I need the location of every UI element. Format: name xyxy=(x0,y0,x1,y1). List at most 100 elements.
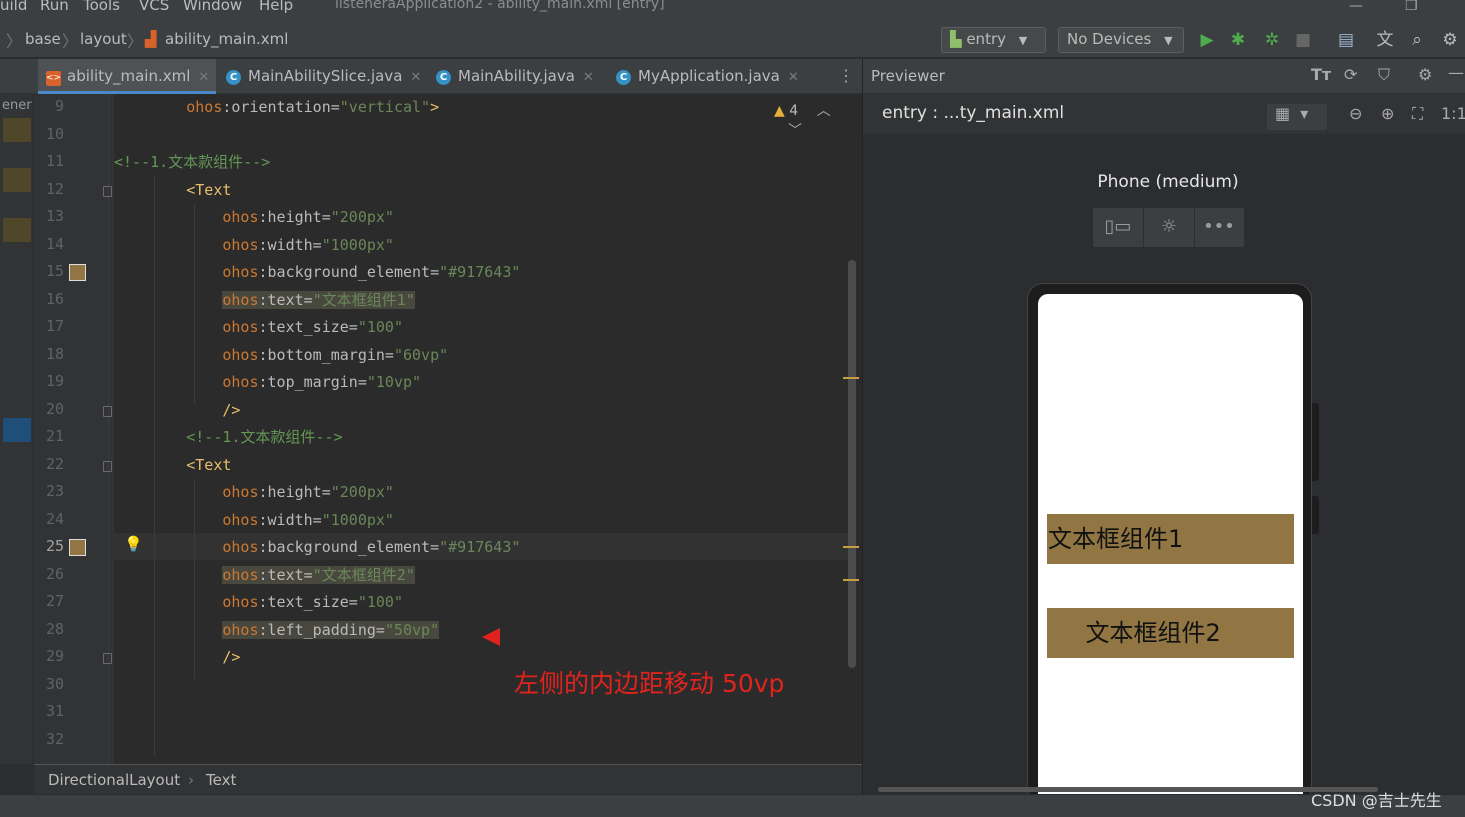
minimize-icon[interactable]: — xyxy=(1349,0,1363,14)
code-line[interactable]: /> xyxy=(114,397,240,424)
run-config-select[interactable]: ▙ entry ▼ xyxy=(941,27,1046,53)
more-vertical-icon[interactable]: ⋮ xyxy=(838,66,854,85)
code-line[interactable]: <Text xyxy=(114,452,231,479)
brightness-icon[interactable]: ☼ xyxy=(1144,216,1194,237)
previewer-entry: entry : ...ty_main.xml xyxy=(882,103,1065,123)
warning-marker[interactable] xyxy=(843,377,859,379)
code-line[interactable]: ohos:top_margin="10vp" xyxy=(114,369,421,396)
more-horizontal-icon[interactable]: ••• xyxy=(1194,216,1244,237)
code-line[interactable]: ohos:text="文本框组件2" xyxy=(114,562,415,589)
code-attribute: :background_element= xyxy=(258,263,440,281)
editor-tab-bar: <> ability_main.xml ✕ C MainAbilitySlice.ja… xyxy=(0,59,862,94)
code-line[interactable]: ohos:text_size="100" xyxy=(114,589,403,616)
gear-icon[interactable]: ⚙ xyxy=(1440,30,1460,50)
code-line[interactable]: <!--1.文本款组件--> xyxy=(114,424,342,451)
warning-marker[interactable] xyxy=(843,546,859,548)
stop-icon[interactable]: ■ xyxy=(1293,30,1313,50)
zoom-out-icon[interactable]: ⊖ xyxy=(1349,104,1362,123)
inspection-widget[interactable]: ▲ 4 ︿ ﹀ xyxy=(774,100,862,140)
code-attribute: :width= xyxy=(258,235,322,254)
code-tag: <Text xyxy=(186,180,232,199)
color-swatch-icon[interactable] xyxy=(69,264,86,281)
bug-filter-icon[interactable]: ⛉ xyxy=(1378,65,1390,85)
tab-myapplication-java[interactable]: C MyApplication.java ✕ xyxy=(608,59,808,94)
code-tag-end: > xyxy=(430,98,440,116)
fold-icon[interactable] xyxy=(103,185,112,197)
project-structure-icon[interactable]: ▤ xyxy=(1336,30,1356,50)
fold-icon[interactable] xyxy=(103,653,112,664)
tab-ability-main-xml[interactable]: <> ability_main.xml ✕ xyxy=(38,59,216,94)
code-line[interactable]: ohos:background_element="#917643" xyxy=(114,534,520,561)
close-icon[interactable]: ✕ xyxy=(583,70,594,85)
code-line[interactable]: ohos:background_element="#917643" xyxy=(114,259,520,286)
previewer-scrollbar[interactable] xyxy=(878,787,1378,792)
chevron-down-icon[interactable]: ﹀ xyxy=(788,123,802,139)
line-number: 21 xyxy=(45,427,64,445)
code-attribute: :bottom_margin= xyxy=(258,345,394,364)
font-size-icon[interactable]: Tт xyxy=(1311,65,1331,84)
tab-mainabilityslice-java[interactable]: C MainAbilitySlice.java ✕ xyxy=(218,59,423,94)
tab-mainability-java[interactable]: C MainAbility.java ✕ xyxy=(428,59,606,94)
zoom-in-icon[interactable]: ⊕ xyxy=(1381,104,1394,123)
project-panel-label[interactable]: ener xyxy=(2,98,32,113)
code-line[interactable]: <!--1.文本款组件--> xyxy=(114,149,270,176)
code-line[interactable]: ohos:width="1000px" xyxy=(114,507,394,534)
run-icon[interactable]: ▶ xyxy=(1197,30,1217,50)
close-icon[interactable]: ✕ xyxy=(788,70,799,85)
warning-marker[interactable] xyxy=(843,579,859,581)
chevron-right-icon: 〉 xyxy=(6,32,23,51)
actual-size-icon[interactable]: 1:1 xyxy=(1441,104,1465,123)
fold-icon[interactable] xyxy=(103,460,112,472)
chevron-up-icon[interactable]: ︿ xyxy=(817,103,831,119)
line-number: 25 xyxy=(45,537,64,555)
code-highlight: ohos:height="200px" xyxy=(222,483,394,501)
breadcrumb-text[interactable]: Text xyxy=(206,771,236,789)
close-icon[interactable]: ✕ xyxy=(198,70,209,85)
previewer-panel: Previewer Tт ⟳ ⛉ ⚙ — entry : ...ty_main.… xyxy=(862,59,1465,804)
menu-run[interactable]: Run xyxy=(40,0,69,14)
code-line[interactable]: ohos:height="200px" xyxy=(114,204,394,231)
text-component-1[interactable]: 文本框组件1 xyxy=(1047,514,1294,564)
color-swatch-icon[interactable] xyxy=(69,539,86,556)
code-tag: /> xyxy=(222,648,241,666)
code-line[interactable]: ohos:bottom_margin="60vp" xyxy=(114,342,448,369)
translate-icon[interactable]: 文 xyxy=(1375,30,1395,50)
code-line[interactable]: ohos:height="200px" xyxy=(114,479,394,506)
close-icon[interactable]: ✕ xyxy=(410,70,421,85)
code-attribute: :background_element= xyxy=(258,538,440,556)
menu-help[interactable]: Help xyxy=(259,0,293,14)
menu-tools[interactable]: Tools xyxy=(83,0,120,14)
refresh-icon[interactable]: ⟳ xyxy=(1344,65,1357,84)
attach-debugger-icon[interactable]: ✲ xyxy=(1262,30,1282,50)
breadcrumb-directionallayout[interactable]: DirectionalLayout xyxy=(48,771,180,789)
hide-panel-icon[interactable]: — xyxy=(1448,63,1464,82)
code-line[interactable]: /> xyxy=(114,644,240,671)
code-line[interactable]: ohos:left_padding="50vp" xyxy=(114,617,440,644)
crumb-file[interactable]: ability_main.xml xyxy=(165,30,288,48)
code-line[interactable]: ohos:orientation="vertical"> xyxy=(114,94,439,121)
restore-icon[interactable]: ❐ xyxy=(1405,0,1418,14)
search-icon[interactable]: ⌕ xyxy=(1407,30,1427,50)
warning-count: 4 xyxy=(789,103,799,119)
crumb-layout[interactable]: layout xyxy=(80,30,127,48)
device-select[interactable]: No Devices ▼ xyxy=(1058,27,1184,53)
layout-mode-select[interactable]: ▦ ▾ xyxy=(1267,104,1327,130)
menu-window[interactable]: Window xyxy=(183,0,242,14)
code-line[interactable]: ohos:text_size="100" xyxy=(114,314,403,341)
fold-icon[interactable] xyxy=(103,405,112,417)
text-component-2[interactable]: 文本框组件2 xyxy=(1047,608,1294,658)
rotate-device-icon[interactable]: ▯▭ xyxy=(1093,216,1143,237)
code-line[interactable]: ohos:width="1000px" xyxy=(114,232,394,259)
menu-build[interactable]: uild xyxy=(0,0,27,14)
debug-icon[interactable]: ✱ xyxy=(1228,30,1248,50)
crumb-base[interactable]: base xyxy=(25,30,61,48)
fit-screen-icon[interactable]: ⛶ xyxy=(1412,104,1423,124)
phone-side-button xyxy=(1312,496,1319,534)
code-line[interactable]: ohos:text="文本框组件1" xyxy=(114,287,415,314)
code-line[interactable]: <Text xyxy=(114,177,231,204)
menu-vcs[interactable]: VCS xyxy=(139,0,169,14)
gear-icon[interactable]: ⚙ xyxy=(1418,65,1432,84)
editor-scrollbar[interactable] xyxy=(848,260,856,668)
